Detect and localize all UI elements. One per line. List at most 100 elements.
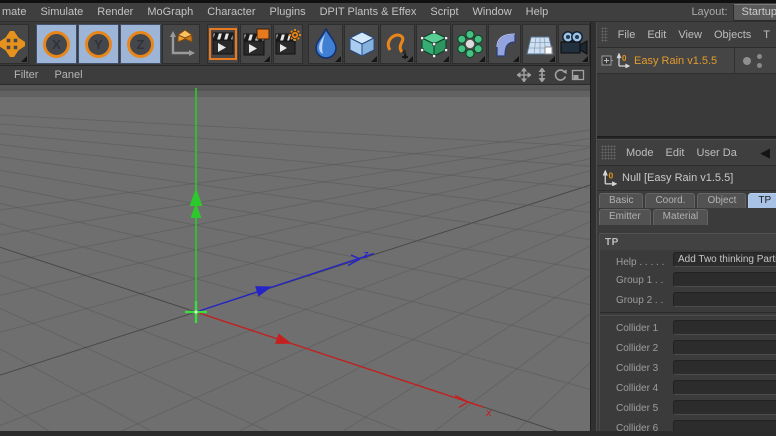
tab-basic[interactable]: Basic: [599, 193, 644, 208]
viewport-3d[interactable]: xz: [0, 85, 776, 436]
viewport-pan-icon[interactable]: [516, 68, 531, 83]
cube-icon: [348, 31, 375, 57]
collider4-label: Collider 4: [616, 382, 659, 394]
panel-divider[interactable]: [590, 22, 597, 431]
collapse-arrow-icon[interactable]: ◀: [760, 146, 776, 159]
collider1-input[interactable]: [673, 320, 776, 335]
menu-animate[interactable]: mate: [0, 4, 33, 20]
y-axis-icon: Y: [85, 30, 112, 58]
menu-window[interactable]: Window: [466, 4, 519, 20]
tab-object[interactable]: Object: [697, 193, 747, 208]
collider6-label: Collider 6: [616, 422, 659, 432]
attribute-object-title: Null [Easy Rain v1.5.5]: [622, 172, 734, 184]
tab-coord[interactable]: Coord.: [645, 193, 696, 208]
render-view-icon: [209, 28, 237, 60]
svg-text:0: 0: [622, 54, 627, 63]
collider2-label: Collider 2: [616, 342, 659, 354]
add-environment-button[interactable]: [522, 24, 557, 64]
om-menu-edit[interactable]: Edit: [641, 27, 672, 43]
tab-emitter[interactable]: Emitter: [599, 209, 651, 225]
move-tool-button[interactable]: [0, 24, 29, 64]
x-axis-icon: X: [43, 30, 70, 58]
am-menu-mode[interactable]: Mode: [620, 145, 660, 161]
help-field-value[interactable]: Add Two thinking Parti: [673, 252, 776, 267]
viewport-toggle-icon[interactable]: [570, 68, 585, 83]
om-menu-tags[interactable]: T: [757, 27, 776, 43]
menu-mograph[interactable]: MoGraph: [140, 4, 200, 20]
lock-y-axis-button[interactable]: Y: [78, 24, 119, 64]
spline-pen-icon: [386, 33, 408, 59]
object-manager-empty-area[interactable]: [597, 74, 776, 136]
attribute-manager-menu-bar: Mode Edit User Da ◀: [597, 140, 776, 166]
null-object-icon: 0: [616, 53, 630, 68]
render-region-button[interactable]: [240, 24, 272, 64]
menu-script[interactable]: Script: [423, 4, 465, 20]
subdivision-cube-icon: [419, 30, 448, 58]
menu-dpit-plants-effex[interactable]: DPIT Plants & Effex: [313, 4, 424, 20]
collider6-input[interactable]: [673, 420, 776, 431]
om-menu-objects[interactable]: Objects: [708, 27, 757, 43]
attribute-title-row: 0 Null [Easy Rain v1.5.5]: [597, 166, 776, 191]
menu-help[interactable]: Help: [519, 4, 556, 20]
viewport-rotate-icon[interactable]: [552, 68, 567, 83]
object-enable-dot[interactable]: [743, 57, 751, 65]
add-modeling-object-button[interactable]: [452, 24, 487, 64]
field-row-group1: Group 1 . .: [600, 270, 776, 290]
tp-section-header[interactable]: TP: [600, 233, 776, 250]
add-spline-button[interactable]: [380, 24, 415, 64]
lock-x-axis-button[interactable]: X: [36, 24, 77, 64]
add-primitive-button[interactable]: [344, 24, 379, 64]
collider4-input[interactable]: [673, 380, 776, 395]
svg-text:x: x: [485, 407, 492, 419]
am-menu-edit[interactable]: Edit: [660, 145, 691, 161]
menu-plugins[interactable]: Plugins: [263, 4, 313, 20]
main-menu-bar: mate Simulate Render MoGraph Character P…: [0, 3, 776, 22]
add-camera-button[interactable]: [558, 24, 590, 64]
application-window: mate Simulate Render MoGraph Character P…: [0, 0, 776, 436]
viewport-menu-filter[interactable]: Filter: [0, 67, 46, 83]
field-row-collider2: Collider 2: [600, 338, 776, 358]
am-menu-user-data[interactable]: User Da: [691, 145, 743, 161]
lock-z-axis-button[interactable]: Z: [120, 24, 161, 64]
collider2-input[interactable]: [673, 340, 776, 355]
water-drop-tool-button[interactable]: [308, 24, 343, 64]
menu-render[interactable]: Render: [90, 4, 140, 20]
layout-startup-button[interactable]: Startup: [732, 3, 776, 21]
field-row-collider4: Collider 4: [600, 378, 776, 398]
viewport-nav-controls: [516, 68, 590, 83]
add-generator-button[interactable]: [416, 24, 451, 64]
group1-field-input[interactable]: [673, 272, 776, 287]
field-row-collider3: Collider 3: [600, 358, 776, 378]
object-row-easy-rain[interactable]: 0 Easy Rain v1.5.5: [597, 48, 776, 74]
floor-stage-icon: [525, 36, 554, 55]
layout-label: Layout:: [691, 6, 728, 18]
expand-tree-icon[interactable]: [601, 55, 613, 67]
viewport-menu-panel[interactable]: Panel: [46, 67, 90, 83]
collider1-label: Collider 1: [616, 322, 659, 334]
editor-visibility-dot[interactable]: [757, 54, 762, 59]
render-settings-button[interactable]: [273, 24, 303, 64]
menu-character[interactable]: Character: [200, 4, 262, 20]
panel-grip-icon[interactable]: [601, 145, 616, 160]
panel-grip-icon[interactable]: [601, 27, 608, 42]
add-deformer-button[interactable]: [488, 24, 521, 64]
right-panel: File Edit View Objects T 0 Easy Rain v1.…: [597, 22, 776, 431]
collider3-label: Collider 3: [616, 362, 659, 374]
object-name: Easy Rain v1.5.5: [634, 54, 718, 67]
render-visibility-dot[interactable]: [757, 63, 762, 68]
group1-field-label: Group 1 . .: [616, 274, 664, 286]
collider5-input[interactable]: [673, 400, 776, 415]
field-row-collider1: Collider 1: [600, 318, 776, 338]
coordinate-system-button[interactable]: [162, 24, 200, 64]
viewport-zoom-icon[interactable]: [534, 68, 549, 83]
bend-deformer-icon: [495, 33, 516, 57]
render-view-button[interactable]: [207, 24, 239, 64]
group2-field-input[interactable]: [673, 292, 776, 307]
om-menu-view[interactable]: View: [672, 27, 708, 43]
attribute-body: TP Help . . . . . Add Two thinking Parti…: [599, 233, 776, 431]
om-menu-file[interactable]: File: [612, 27, 642, 43]
menu-simulate[interactable]: Simulate: [33, 4, 90, 20]
collider3-input[interactable]: [673, 360, 776, 375]
tab-material[interactable]: Material: [652, 209, 709, 225]
tab-tp[interactable]: TP: [748, 193, 776, 208]
